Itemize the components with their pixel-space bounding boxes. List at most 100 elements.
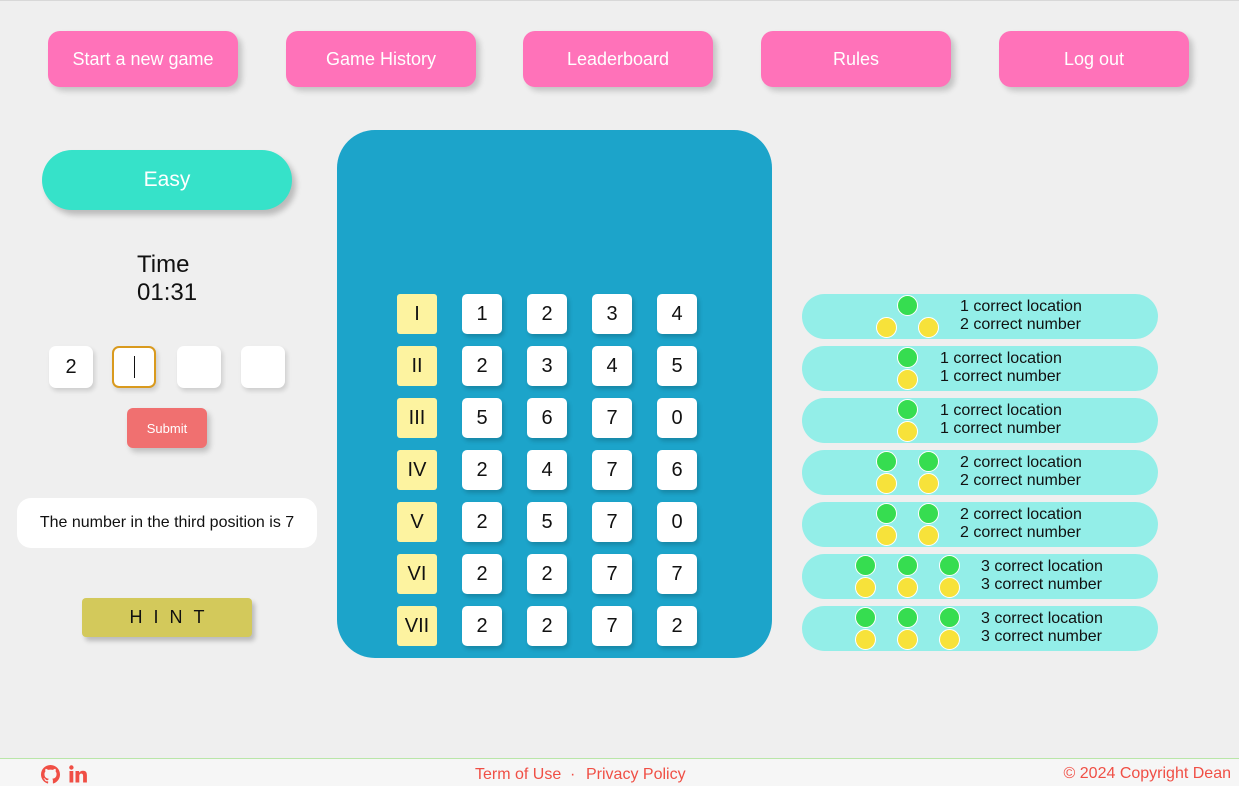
correct-location-dot: [918, 451, 939, 472]
privacy-policy-link[interactable]: Privacy Policy: [586, 766, 686, 784]
copyright-text: © 2024 Copyright Dean: [1063, 765, 1231, 782]
board-cell: 2: [462, 346, 502, 386]
guess-digit-4[interactable]: [241, 346, 285, 388]
correct-location-dot: [897, 555, 918, 576]
correct-number-dot: [918, 525, 939, 546]
correct-number-dot: [918, 317, 939, 338]
correct-location-dot: [855, 607, 876, 628]
rules-button[interactable]: Rules: [761, 31, 951, 87]
correct-number-dot: [897, 577, 918, 598]
correct-location-dot: [897, 295, 918, 316]
board-cell: 5: [462, 398, 502, 438]
correct-location-dot: [876, 503, 897, 524]
game-board: I 1 2 3 4 II 2 3 4 5 III 5 6 7 0 IV 2 4 7 6 V 2 5 7 0 VI 2 2 7 7 VII 2 2…: [337, 130, 772, 658]
board-cell: 7: [592, 502, 632, 542]
linkedin-icon[interactable]: [68, 764, 88, 784]
start-new-game-button[interactable]: Start a new game: [48, 31, 238, 87]
feedback-item: 3 correct location 3 correct number: [802, 606, 1158, 651]
correct-number-text: 1 correct number: [940, 368, 1061, 385]
correct-number-text: 2 correct number: [960, 524, 1081, 541]
board-cell: 2: [527, 606, 567, 646]
board-cell: 2: [462, 450, 502, 490]
correct-number-text: 3 correct number: [981, 628, 1102, 645]
github-icon[interactable]: [40, 764, 60, 784]
correct-location-dot: [876, 451, 897, 472]
board-cell: 7: [592, 554, 632, 594]
board-row: V2570: [397, 502, 697, 542]
correct-number-dot: [918, 473, 939, 494]
board-cell: 2: [657, 606, 697, 646]
board-cell: 1: [462, 294, 502, 334]
board-cell: 3: [592, 294, 632, 334]
correct-number-dot: [897, 421, 918, 442]
correct-location-dot: [855, 555, 876, 576]
submit-button[interactable]: Submit: [127, 408, 207, 448]
board-row: VI 2 2 7 7: [397, 554, 697, 594]
correct-location-dot: [918, 503, 939, 524]
board-cell: 0: [657, 502, 697, 542]
row-label: I: [397, 294, 437, 334]
correct-number-dot: [897, 629, 918, 650]
correct-location-text: 1 correct location: [940, 402, 1062, 419]
correct-number-text: 3 correct number: [981, 576, 1102, 593]
feedback-item: 2 correct location 2 correct number: [802, 450, 1158, 495]
board-cell: 2: [462, 606, 502, 646]
correct-number-dot: [939, 629, 960, 650]
board-cell: 7: [592, 450, 632, 490]
feedback-item: 1 correct location 2 correct number: [802, 294, 1158, 339]
board-cell: 4: [527, 450, 567, 490]
board-cell: 2: [527, 554, 567, 594]
board-row: VII 2 2 7 2: [397, 606, 697, 646]
correct-number-text: 2 correct number: [960, 472, 1081, 489]
footer-separator: ·: [570, 766, 576, 783]
correct-location-text: 2 correct location: [960, 454, 1082, 471]
board-row: IV 2 4 7 6: [397, 450, 697, 490]
correct-number-dot: [855, 577, 876, 598]
feedback-item: 1 correct location 1 correct number: [802, 398, 1158, 443]
correct-number-text: 2 correct number: [960, 316, 1081, 333]
correct-location-dot: [897, 347, 918, 368]
correct-number-dot: [897, 369, 918, 390]
feedback-item: 3 correct location 3 correct number: [802, 554, 1158, 599]
board-row: I1234: [397, 294, 697, 334]
row-label: VI: [397, 554, 437, 594]
correct-location-dot: [939, 607, 960, 628]
leaderboard-button[interactable]: Leaderboard: [523, 31, 713, 87]
term-of-use-link[interactable]: Term of Use: [475, 766, 561, 784]
row-label: III: [397, 398, 437, 438]
board-cell: 5: [527, 502, 567, 542]
board-cell: 2: [462, 502, 502, 542]
guess-digit-1[interactable]: 2: [49, 346, 93, 388]
correct-number-dot: [876, 473, 897, 494]
board-row: II 2 3 4 5: [397, 346, 697, 386]
correct-location-dot: [897, 399, 918, 420]
board-cell: 7: [592, 606, 632, 646]
board-cell: 0: [657, 398, 697, 438]
log-out-button[interactable]: Log out: [999, 31, 1189, 87]
footer: Term of Use · Privacy Policy © 2024 Copy…: [0, 758, 1239, 786]
timer-value: 01:31: [137, 279, 198, 306]
board-row: III 5 6 7 0: [397, 398, 697, 438]
guess-digit-3[interactable]: [177, 346, 221, 388]
correct-number-dot: [876, 317, 897, 338]
guess-digit-2[interactable]: [112, 346, 156, 388]
correct-location-text: 3 correct location: [981, 558, 1103, 575]
correct-location-text: 1 correct location: [960, 298, 1082, 315]
board-cell: 4: [657, 294, 697, 334]
feedback-item: 1 correct location 1 correct number: [802, 346, 1158, 391]
board-cell: 3: [527, 346, 567, 386]
correct-location-dot: [897, 607, 918, 628]
hint-button[interactable]: HINT: [82, 598, 252, 637]
row-label: VII: [397, 606, 437, 646]
row-label: II: [397, 346, 437, 386]
correct-location-dot: [939, 555, 960, 576]
game-history-button[interactable]: Game History: [286, 31, 476, 87]
board-cell: 5: [657, 346, 697, 386]
correct-location-text: 3 correct location: [981, 610, 1103, 627]
correct-number-dot: [939, 577, 960, 598]
board-cell: 2: [527, 294, 567, 334]
correct-number-dot: [855, 629, 876, 650]
difficulty-button[interactable]: Easy: [42, 150, 292, 210]
hint-message: The number in the third position is 7: [17, 498, 317, 548]
top-nav: Start a new game Game History Leaderboar…: [48, 31, 1189, 87]
